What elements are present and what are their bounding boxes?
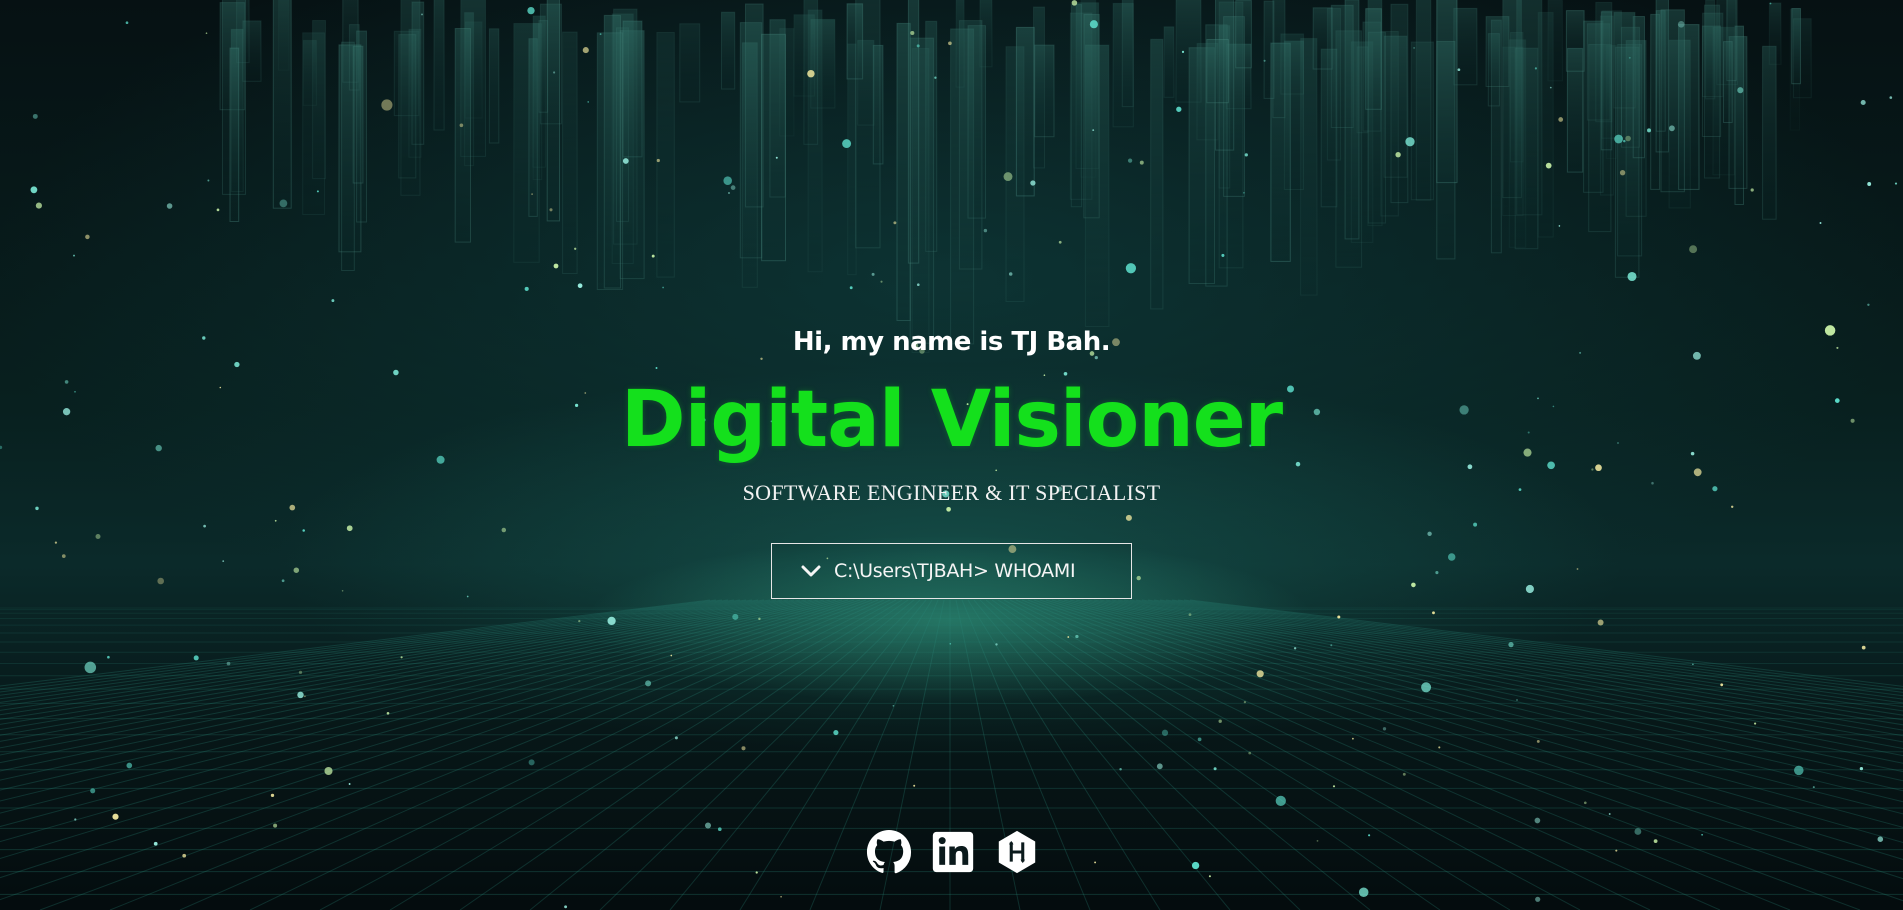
whoami-button[interactable]: C:\Users\TJBAH> WHOAMI [771,543,1132,599]
hero-title: Digital Visioner [620,375,1283,465]
github-icon [866,829,912,880]
hackerrank-icon [994,829,1040,880]
hero-content: Hi, my name is TJ Bah. Digital Visioner … [0,0,1903,910]
hero-subtitle: SOFTWARE ENGINEER & IT SPECIALIST [742,480,1161,505]
linkedin-link[interactable] [930,831,976,877]
chevron-down-icon [800,560,822,582]
hackerrank-link[interactable] [994,829,1040,880]
linkedin-icon [931,830,975,879]
social-links [866,829,1040,880]
whoami-button-label: C:\Users\TJBAH> WHOAMI [834,560,1076,582]
hero-section: Hi, my name is TJ Bah. Digital Visioner … [0,0,1903,910]
greeting-text: Hi, my name is TJ Bah. [792,327,1111,357]
github-link[interactable] [866,829,912,880]
